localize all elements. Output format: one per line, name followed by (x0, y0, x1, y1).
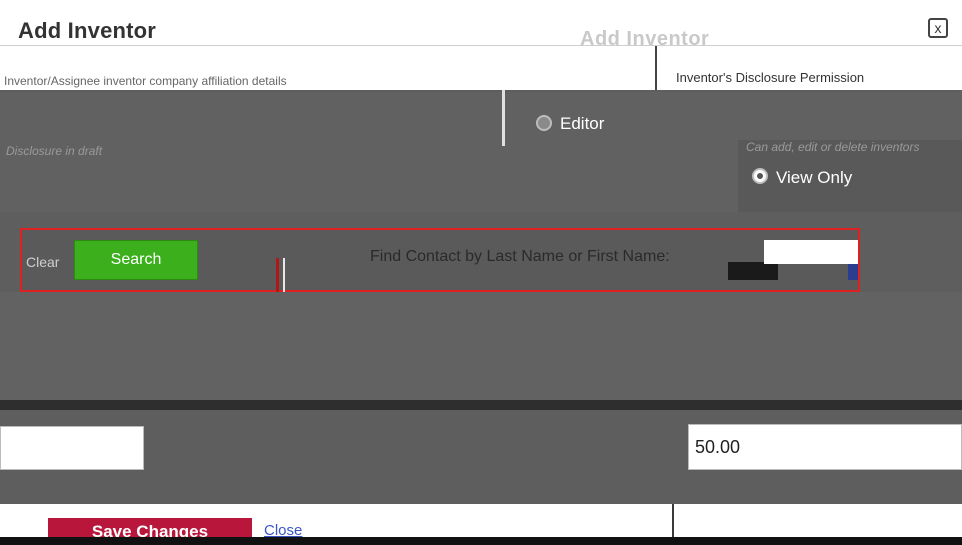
percentage-input[interactable]: 50.00 (688, 424, 962, 470)
results-area (0, 292, 962, 402)
editor-radio[interactable] (536, 115, 552, 131)
view-only-radio-label[interactable]: View Only (776, 168, 852, 188)
close-icon[interactable]: x (928, 18, 948, 38)
bottom-edge (0, 537, 962, 545)
view-only-radio[interactable] (752, 168, 768, 184)
info-strip-text: Inventor/Assignee inventor company affil… (4, 74, 287, 88)
editor-description: Can add, edit or delete inventors (746, 140, 920, 154)
inventor-name-input[interactable] (0, 426, 144, 470)
close-glyph: x (934, 20, 942, 36)
editor-radio-label[interactable]: Editor (560, 114, 604, 134)
draft-note: Disclosure in draft (6, 144, 103, 158)
separator (0, 400, 962, 410)
dialog-title: Add Inventor (18, 18, 157, 43)
search-highlight-box (20, 228, 860, 292)
permission-heading: Inventor's Disclosure Permission (676, 70, 865, 85)
divider (502, 90, 505, 146)
